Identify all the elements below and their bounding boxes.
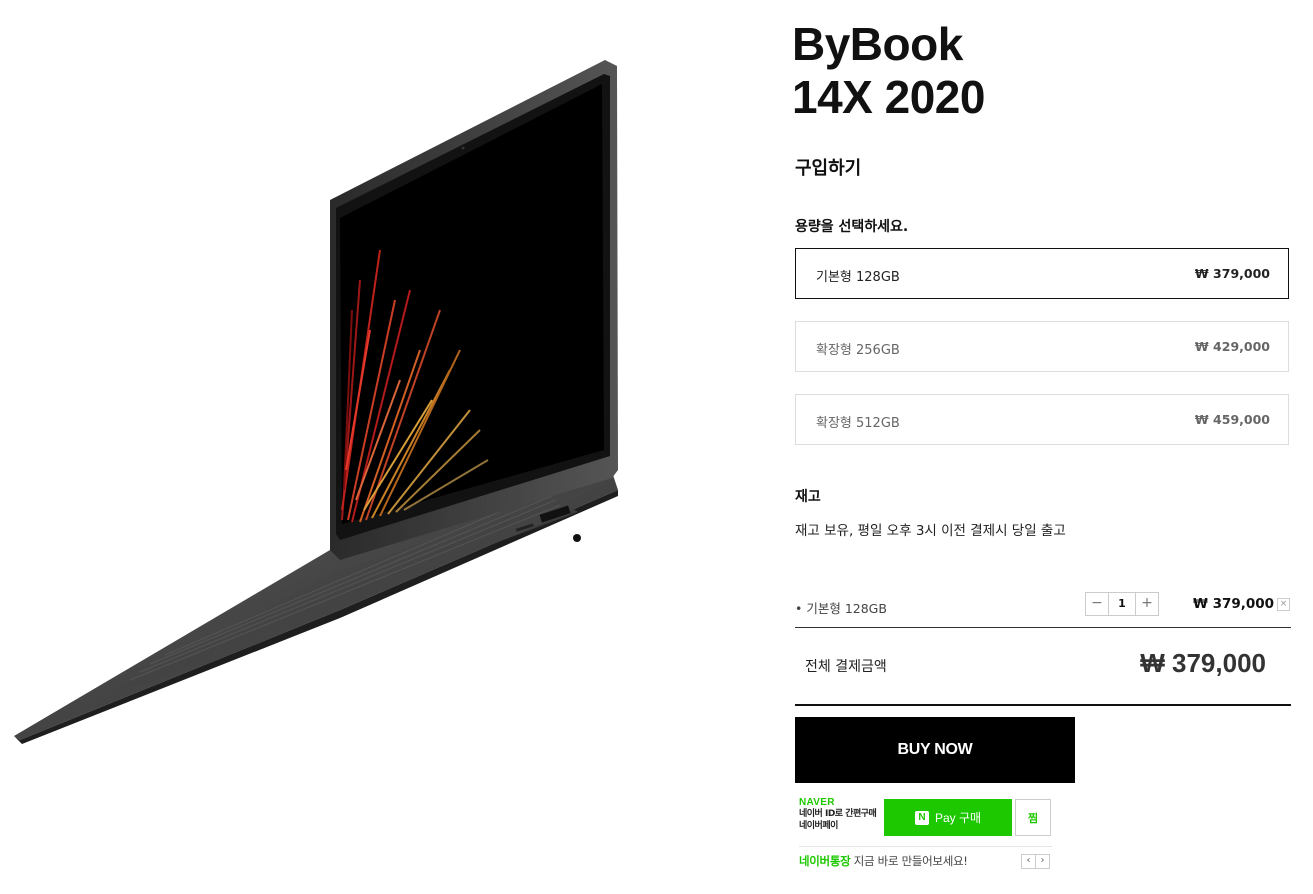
option-price: ₩ 459,000 [1194,412,1270,427]
chevron-right-icon[interactable]: › [1036,854,1050,869]
naver-bank-promo[interactable]: 네이버통장 지금 바로 만들어보세요! [799,853,968,869]
quantity-stepper: − 1 + [1085,592,1159,616]
option-price: ₩ 379,000 [1194,266,1270,281]
buy-now-button[interactable]: BUY NOW [795,717,1075,783]
product-title: ByBook 14X 2020 [792,18,985,124]
naver-bank-link[interactable]: 네이버통장 [799,854,851,868]
product-title-line1: ByBook [792,18,963,70]
quantity-plus-button[interactable]: + [1136,593,1158,615]
quantity-input[interactable]: 1 [1108,593,1136,615]
naver-pay-label: Pay 구매 [934,811,982,825]
total-label: 전체 결제금액 [805,659,887,675]
stock-heading: 재고 [795,489,821,505]
stock-status: 재고 보유, 평일 오후 3시 이전 결제시 당일 출고 [795,523,1066,539]
option-256gb[interactable]: 확장형 256GB ₩ 429,000 [795,321,1289,372]
option-name: 기본형 128GB [816,270,900,285]
quantity-minus-button[interactable]: − [1086,593,1108,615]
product-image [14,60,618,744]
remove-item-button[interactable]: × [1277,598,1290,611]
selected-item-price: ₩ 379,000 [1193,596,1275,612]
purchase-heading: 구입하기 [795,158,862,179]
chevron-left-icon[interactable]: ‹ [1021,854,1036,869]
naver-n-icon: N [914,810,929,825]
product-title-line2: 14X 2020 [792,71,985,123]
selected-item-row: • 기본형 128GB − 1 + ₩ 379,000 × [795,590,1291,620]
wishlist-button[interactable]: 찜 [1015,799,1051,836]
capacity-prompt: 용량을 선택하세요. [795,219,909,235]
naver-pay-info: NAVER 네이버 ID로 간편구매 네이버페이 [799,797,883,832]
divider [799,846,1052,847]
option-name: 확장형 512GB [816,416,900,431]
total-price: ₩ 379,000 [1140,648,1266,678]
naver-sub-line1: 네이버 ID로 간편구매 [799,809,877,819]
promo-pager: ‹ › [1021,854,1050,869]
naver-pay-button[interactable]: N Pay 구매 [884,799,1012,836]
option-128gb[interactable]: 기본형 128GB ₩ 379,000 [795,248,1289,299]
naver-logo: NAVER [799,797,835,808]
option-512gb[interactable]: 확장형 512GB ₩ 459,000 [795,394,1289,445]
option-name: 확장형 256GB [816,343,900,358]
naver-sub-line2: 네이버페이 [799,821,838,831]
option-price: ₩ 429,000 [1194,339,1270,354]
divider [795,627,1291,628]
divider [795,704,1291,706]
selected-item-name: • 기본형 128GB [795,601,887,616]
naver-bank-text: 지금 바로 만들어보세요! [850,854,968,868]
